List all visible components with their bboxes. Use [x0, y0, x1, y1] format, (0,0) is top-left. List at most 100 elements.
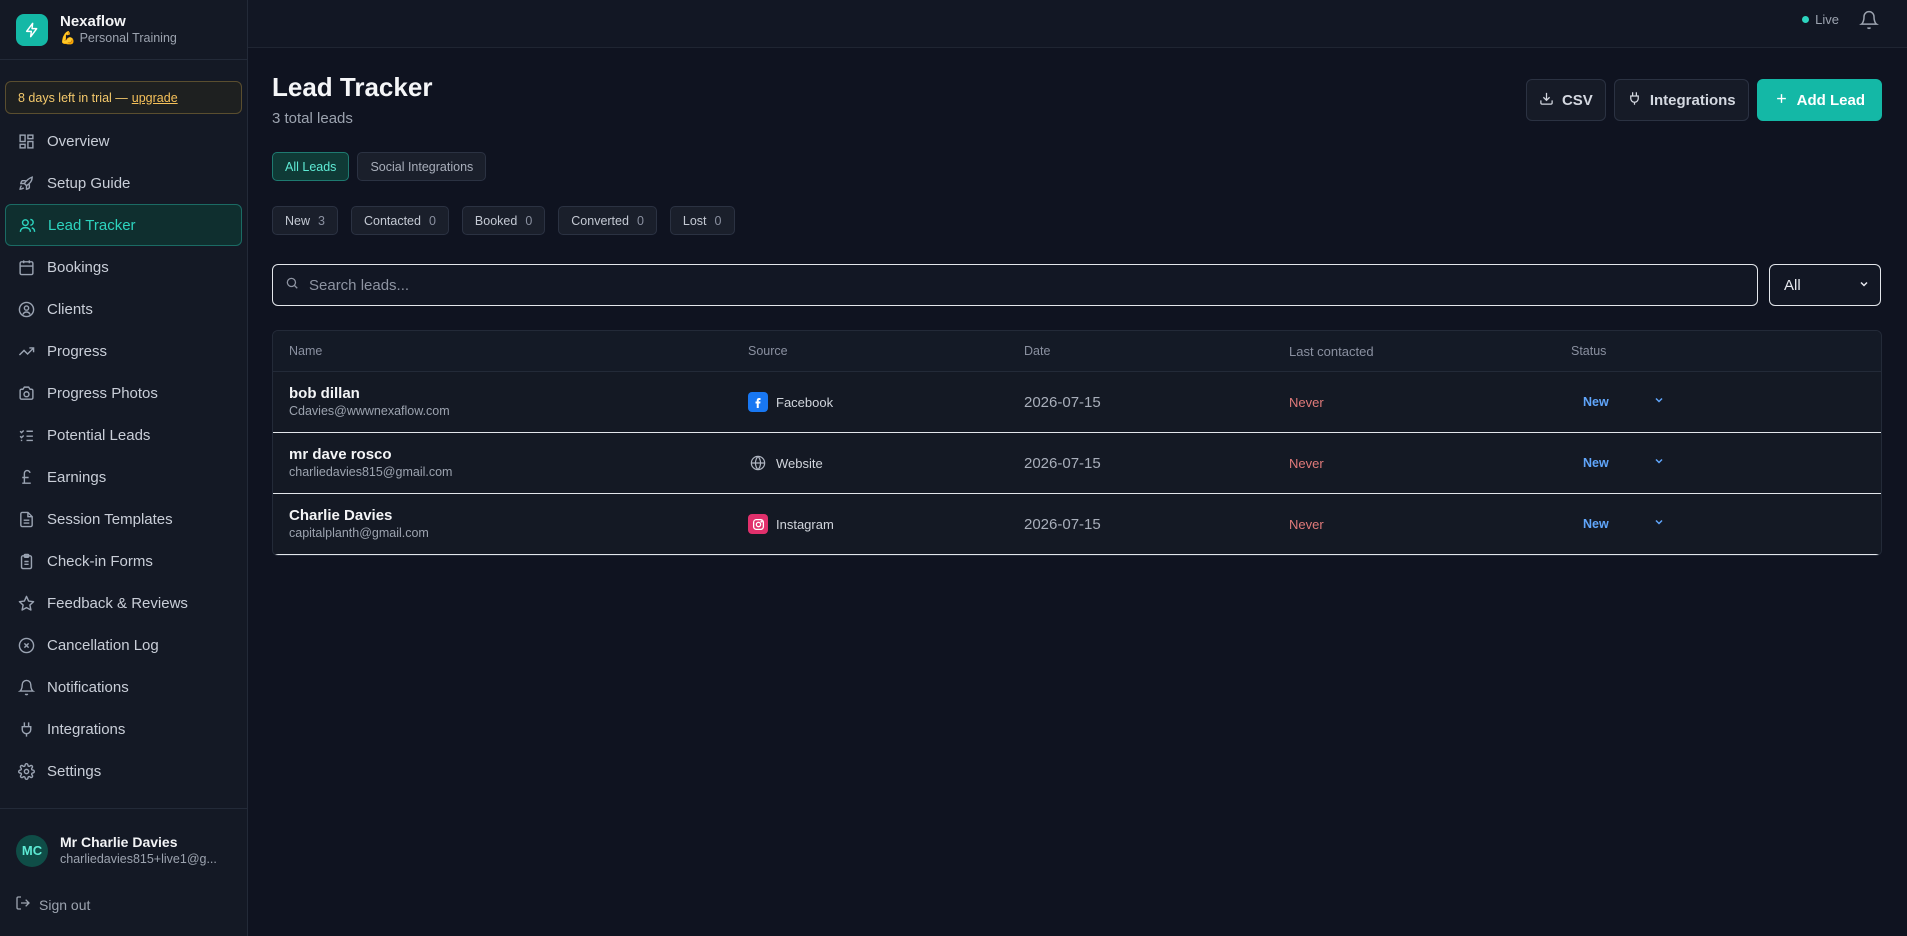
chip-contacted[interactable]: Contacted 0 — [350, 206, 449, 235]
sidebar-item-label: Notifications — [47, 678, 129, 696]
plus-icon — [1774, 91, 1789, 110]
plug-icon — [17, 720, 35, 738]
lead-source: Facebook — [776, 394, 834, 410]
chip-booked[interactable]: Booked 0 — [461, 206, 546, 235]
lead-last-contacted: Never — [1289, 455, 1324, 471]
lead-date: 2026-07-15 — [1024, 515, 1101, 533]
sidebar-item-label: Bookings — [47, 258, 109, 276]
column-header-name: Name — [289, 344, 323, 358]
page-title: Lead Tracker — [272, 72, 433, 102]
list-checks-icon — [17, 426, 35, 444]
chip-label: Lost — [682, 213, 707, 228]
status-badge: New — [1583, 395, 1609, 409]
status-dropdown[interactable]: New — [1571, 393, 1771, 411]
sidebar-item-clients[interactable]: Clients — [5, 288, 242, 330]
sidebar-item-progress[interactable]: Progress — [5, 330, 242, 372]
lead-source: Website — [776, 455, 823, 471]
file-text-icon — [17, 510, 35, 528]
chip-label: Contacted — [363, 213, 421, 228]
chip-lost[interactable]: Lost 0 — [669, 206, 735, 235]
chevron-down-icon — [1858, 277, 1870, 294]
user-profile[interactable]: MC Mr Charlie Davies charliedavies815+li… — [16, 834, 217, 867]
sidebar-item-label: Feedback & Reviews — [47, 594, 188, 612]
clipboard-icon — [17, 552, 35, 570]
table-row[interactable]: Charlie Davies capitalplanth@gmail.com I… — [273, 494, 1881, 555]
chip-converted[interactable]: Converted 0 — [558, 206, 657, 235]
muscle-icon: 💪 — [60, 31, 76, 45]
lead-date: 2026-07-15 — [1024, 454, 1101, 472]
add-lead-button[interactable]: Add Lead — [1756, 79, 1882, 121]
camera-icon — [17, 384, 35, 402]
status-badge: New — [1583, 517, 1609, 531]
chip-count: 0 — [428, 213, 436, 228]
search-box — [272, 264, 1758, 306]
live-label: Live — [1815, 12, 1839, 27]
gear-icon — [17, 762, 35, 780]
sidebar-item-earnings[interactable]: Earnings — [5, 456, 242, 498]
lead-email: Cdavies@wwwnexaflow.com — [289, 404, 450, 418]
sidebar-item-session-templates[interactable]: Session Templates — [5, 498, 242, 540]
sidebar-item-feedback-reviews[interactable]: Feedback & Reviews — [5, 582, 242, 624]
rocket-icon — [17, 174, 35, 192]
sidebar-item-label: Potential Leads — [47, 426, 151, 444]
header-actions: CSV Integrations Add Lead — [1525, 79, 1882, 121]
trial-banner: 8 days left in trial — upgrade — [5, 81, 242, 114]
log-out-icon — [15, 895, 31, 914]
brand[interactable]: Nexaflow 💪 Personal Training — [0, 0, 247, 60]
search-input[interactable] — [309, 265, 1757, 305]
status-badge: New — [1583, 456, 1609, 470]
sidebar-item-progress-photos[interactable]: Progress Photos — [5, 372, 242, 414]
plug-icon — [1627, 91, 1642, 110]
sidebar-item-bookings[interactable]: Bookings — [5, 246, 242, 288]
facebook-icon — [748, 392, 768, 412]
live-indicator: Live — [1802, 12, 1839, 27]
trial-text: 8 days left in trial — — [18, 90, 128, 105]
sidebar-item-lead-tracker[interactable]: Lead Tracker — [5, 204, 242, 246]
sidebar-item-notifications[interactable]: Notifications — [5, 666, 242, 708]
select-value: All — [1784, 276, 1801, 294]
tab-all-leads[interactable]: All Leads — [272, 152, 350, 181]
integrations-label: Integrations — [1649, 91, 1736, 109]
avatar: MC — [16, 834, 48, 867]
user-circle-icon — [17, 300, 35, 318]
status-dropdown[interactable]: New — [1571, 454, 1771, 472]
globe-icon — [748, 453, 768, 473]
notifications-bell-icon[interactable] — [1859, 10, 1879, 35]
chevron-down-icon — [1653, 515, 1665, 533]
sidebar-item-setup-guide[interactable]: Setup Guide — [5, 162, 242, 204]
column-header-source: Source — [748, 344, 788, 358]
view-tabs: All Leads Social Integrations — [272, 152, 487, 181]
bell-icon — [17, 678, 35, 696]
add-lead-label: Add Lead — [1796, 91, 1865, 109]
sidebar-item-settings[interactable]: Settings — [5, 750, 242, 792]
lead-last-contacted: Never — [1289, 516, 1324, 532]
chip-label: Converted — [571, 213, 629, 228]
sidebar-item-check-in-forms[interactable]: Check-in Forms — [5, 540, 242, 582]
chip-count: 0 — [525, 213, 533, 228]
calendar-icon — [17, 258, 35, 276]
table-row[interactable]: bob dillan Cdavies@wwwnexaflow.com Faceb… — [273, 372, 1881, 433]
users-icon — [18, 216, 36, 234]
sidebar-item-overview[interactable]: Overview — [5, 120, 242, 162]
sidebar-item-label: Progress Photos — [47, 384, 158, 402]
status-filter-select[interactable]: All — [1769, 264, 1881, 306]
integrations-button[interactable]: Integrations — [1613, 79, 1749, 121]
sidebar-item-potential-leads[interactable]: Potential Leads — [5, 414, 242, 456]
chip-new[interactable]: New 3 — [272, 206, 338, 235]
status-dropdown[interactable]: New — [1571, 515, 1771, 533]
sidebar-item-label: Clients — [47, 300, 93, 318]
sidebar-nav: Overview Setup Guide Lead Tracker Bookin… — [0, 120, 247, 792]
sign-out-label: Sign out — [39, 896, 91, 913]
tab-social-integrations[interactable]: Social Integrations — [357, 152, 487, 181]
sidebar-item-label: Settings — [47, 762, 102, 780]
lead-name: Charlie Davies — [289, 507, 393, 524]
pound-icon — [17, 468, 35, 486]
sidebar-item-integrations[interactable]: Integrations — [5, 708, 242, 750]
csv-button[interactable]: CSV — [1525, 79, 1606, 121]
table-row[interactable]: mr dave rosco charliedavies815@gmail.com… — [273, 433, 1881, 494]
sidebar: Nexaflow 💪 Personal Training 8 days left… — [0, 0, 248, 936]
sidebar-item-cancellation-log[interactable]: Cancellation Log — [5, 624, 242, 666]
sign-out-button[interactable]: Sign out — [15, 895, 90, 914]
sidebar-item-label: Cancellation Log — [47, 636, 159, 654]
upgrade-link[interactable]: upgrade — [132, 91, 178, 105]
